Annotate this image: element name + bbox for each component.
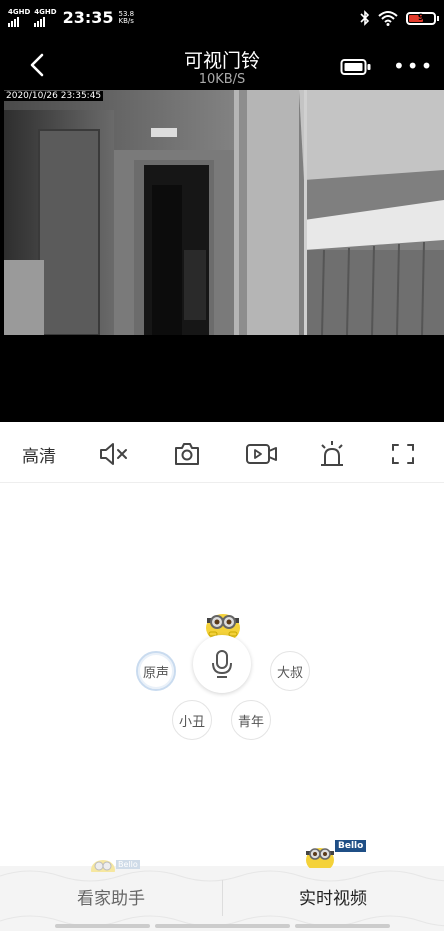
live-video[interactable]: 2020/10/26 23:35:45 [0,90,444,422]
record-icon[interactable] [244,440,280,468]
signal-bars-icon [34,16,46,27]
mute-icon[interactable] [97,440,131,468]
device-battery-icon[interactable] [340,58,372,76]
page-title: 可视门铃 [183,50,260,72]
stream-rate: 10KB/S [198,72,246,87]
signal-2: 4GHD [34,7,57,27]
microphone-icon [212,650,232,678]
battery-level: 9 [417,13,425,23]
status-left: 4GHD 4GHD 23:35 53.8 KB/s [8,8,134,27]
battery-icon: 9 [406,11,439,25]
network-speed: 53.8 KB/s [118,10,135,25]
tab-bar: Bello Bello 看家助手 实时视频 [0,840,444,931]
signal-bars-icon [8,16,19,27]
status-bar: 4GHD 4GHD 23:35 53.8 KB/s 9 [0,0,444,40]
camera-feed-image [4,90,444,335]
nav-gesture-bar [55,924,150,928]
network-type-1: 4GHD [8,7,31,16]
voice-option-youth[interactable]: 青年 [231,700,271,740]
nav-bar: 可视门铃 10KB/S ••• [0,40,444,90]
more-icon[interactable]: ••• [393,54,434,78]
bluetooth-icon [360,10,370,26]
minion-mascot [206,614,240,638]
quality-button[interactable]: 高清 [22,440,56,468]
voice-option-clown[interactable]: 小丑 [172,700,212,740]
speed-unit: KB/s [118,16,134,25]
minion-badge-left: Bello [90,856,140,872]
nav-gesture-bar [155,924,290,928]
video-timestamp: 2020/10/26 23:35:45 [4,91,104,101]
bello-badge: Bello [335,840,367,852]
status-right: 9 [360,10,439,26]
clock: 23:35 [62,8,114,27]
minion-badge-right: Bello [305,840,367,868]
tab-live-video[interactable]: 实时视频 [222,884,444,909]
voice-option-uncle[interactable]: 大叔 [270,651,310,691]
network-type-2: 4GHD [34,7,57,16]
tab-home-assistant[interactable]: 看家助手 [0,884,222,909]
nav-gesture-bar [295,924,390,928]
snapshot-icon[interactable] [172,440,202,468]
voice-option-original[interactable]: 原声 [136,651,176,691]
wifi-icon [378,11,398,26]
fullscreen-icon[interactable] [390,440,416,468]
alarm-icon[interactable] [316,440,348,468]
voice-changer: 原声 大叔 小丑 青年 [0,600,444,750]
toolbar-divider [0,482,444,483]
minion-mascot [91,860,115,872]
bello-badge: Bello [116,859,140,869]
video-toolbar: 高清 [0,428,444,478]
talk-button[interactable] [193,635,251,693]
signal-1: 4GHD [8,7,31,27]
minion-mascot [306,848,334,868]
